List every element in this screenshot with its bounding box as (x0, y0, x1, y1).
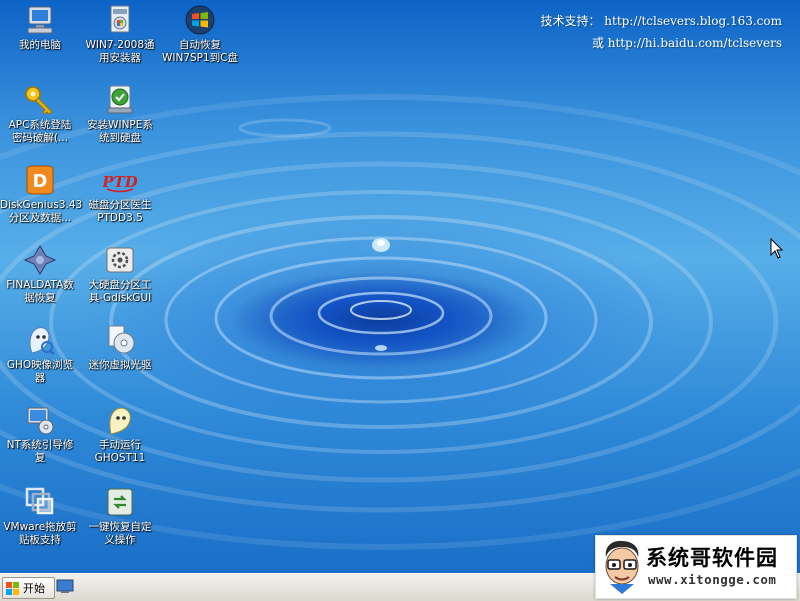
support-info: 技术支持： http://tclsevers.blog.163.com 或 ht… (540, 10, 782, 54)
icon-label: 手动运行 GHOST11 (94, 439, 146, 464)
finaldata-icon (23, 244, 57, 276)
ptdd-icon: PTD (103, 164, 137, 196)
key-icon (23, 84, 57, 116)
icon-label: FINALDATA数 据恢复 (6, 279, 74, 304)
icon-label: GHO映像浏览 器 (6, 359, 74, 384)
icon-label: 安装WINPE系 统到硬盘 (87, 119, 153, 144)
icon-label: VMware拖放剪 贴板支持 (3, 521, 77, 546)
desktop-icon-gho-viewer[interactable]: GHO映像浏览 器 (0, 324, 80, 385)
ghost-icon (103, 404, 137, 436)
support-line-2: 或 http://hi.baidu.com/tclsevers (591, 36, 782, 50)
cartoon-face-icon (605, 540, 639, 594)
show-desktop-icon[interactable] (56, 579, 74, 594)
desktop-icon-ghost11[interactable]: 手动运行 GHOST11 (80, 404, 160, 465)
desktop-icon-nt-boot-repair[interactable]: NT系统引导修 复 (0, 404, 80, 465)
install-winpe-icon (103, 84, 137, 116)
start-button[interactable]: 开始 (2, 577, 55, 599)
icon-label: 我的电脑 (19, 39, 61, 51)
desktop-icon-gdiskgui[interactable]: 大硬盘分区工 具-GdiskGUI (80, 244, 160, 305)
icon-label: WIN7-2008通 用安装器 (85, 39, 155, 64)
svg-text:D: D (33, 171, 48, 192)
nt-boot-repair-icon (23, 404, 57, 436)
windows-flag-icon (6, 581, 19, 595)
gdisk-icon (103, 244, 137, 276)
vmware-icon (23, 486, 57, 518)
installer-icon (103, 4, 137, 36)
desktop-icon-auto-restore-win7[interactable]: 自动恢复 WIN7SP1到C盘 (160, 4, 240, 65)
icon-label: APC系统登陆 密码破解(... (8, 119, 72, 144)
svg-text:PTD: PTD (103, 173, 137, 191)
icon-label: NT系统引导修 复 (6, 439, 74, 464)
desktop-icon-apc-password[interactable]: APC系统登陆 密码破解(... (0, 84, 80, 145)
watermark-url: www.xitongge.com (648, 572, 777, 587)
desktop-icon-one-key-restore[interactable]: 一键恢复自定 义操作 (80, 486, 160, 547)
desktop-icon-finaldata[interactable]: FINALDATA数 据恢复 (0, 244, 80, 305)
icon-label: 迷你虚拟光驱 (88, 359, 152, 371)
virtual-cdrom-icon (103, 324, 137, 356)
desktop-icon-diskgenius[interactable]: D DiskGenius3.43 分区及数据... (0, 164, 83, 225)
windows-logo-icon (183, 4, 217, 36)
watermark-title: 系统哥软件园 (646, 546, 778, 570)
one-key-restore-icon (103, 486, 137, 518)
mouse-cursor-icon (770, 238, 784, 259)
desktop[interactable]: 技术支持： http://tclsevers.blog.163.com 或 ht… (0, 0, 800, 573)
desktop-icon-install-winpe[interactable]: 安装WINPE系 统到硬盘 (80, 84, 160, 145)
desktop-icon-ptdd[interactable]: PTD 磁盘分区医生 PTDD3.5 (80, 164, 160, 225)
icon-label: DiskGenius3.43 分区及数据... (0, 199, 83, 224)
start-label: 开始 (23, 582, 45, 595)
desktop-icon-my-computer[interactable]: 我的电脑 (0, 4, 80, 52)
desktop-icon-win7-installer[interactable]: WIN7-2008通 用安装器 (80, 4, 160, 65)
icon-label: 磁盘分区医生 PTDD3.5 (88, 199, 152, 224)
diskgenius-icon: D (23, 164, 57, 196)
icon-label: 一键恢复自定 义操作 (88, 521, 152, 546)
desktop-icon-virtual-cdrom[interactable]: 迷你虚拟光驱 (80, 324, 160, 372)
site-watermark-logo: 系统哥软件园 www.xitongge.com (595, 535, 797, 599)
ghost-explorer-icon (23, 324, 57, 356)
icon-label: 自动恢复 WIN7SP1到C盘 (161, 39, 239, 64)
computer-icon (23, 4, 57, 36)
support-line-1: 技术支持： http://tclsevers.blog.163.com (540, 14, 782, 28)
desktop-icon-vmware[interactable]: VMware拖放剪 贴板支持 (0, 486, 80, 547)
icon-label: 大硬盘分区工 具-GdiskGUI (88, 279, 152, 304)
